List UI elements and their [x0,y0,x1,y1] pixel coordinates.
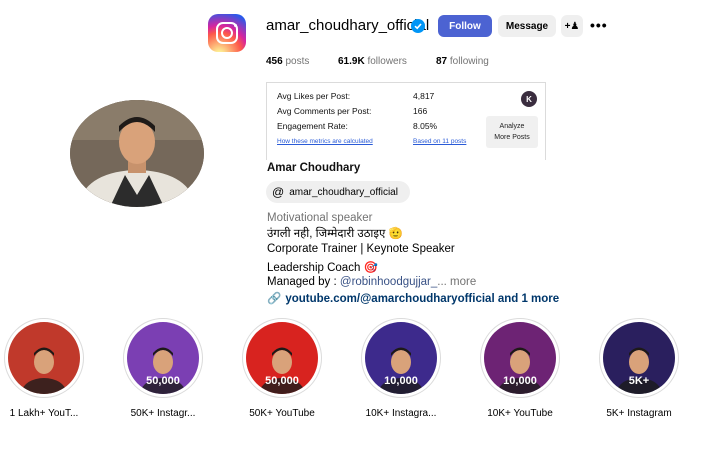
avg-likes-label: Avg Likes per Post: [277,91,351,101]
managed-by-mention[interactable]: @robinhoodgujjar_ [340,276,437,288]
highlight-ring: 50,000 [242,318,322,398]
posts-label: posts [285,56,310,67]
bio-line: उंगली नही, जिम्मेदारी उठाइए 🫡 [267,228,403,240]
highlight-item[interactable]: 50,000 50K+ Instagr... [123,318,203,419]
analyze-more-posts-button[interactable]: Analyze More Posts [486,116,538,148]
bio-line: Corporate Trainer | Keynote Speaker [267,243,455,255]
followers-count: 61.9K [338,56,365,67]
highlight-item[interactable]: 10,000 10K+ YouTube [480,318,560,419]
bio-more-link[interactable]: more [447,276,476,288]
verified-badge-icon [411,19,425,33]
profile-username: amar_choudhary_official [266,17,430,34]
avg-comments-value: 166 [413,106,428,116]
followers-stat[interactable]: 61.9K followers [338,56,407,67]
highlight-cover-badge: 10,000 [384,375,418,387]
posts-stat: 456 posts [266,56,309,67]
metrics-info-link[interactable]: How these metrics are calculated [277,138,373,145]
highlight-ring: 10,000 [480,318,560,398]
analyze-label: Analyze [499,123,525,130]
followers-label: followers [367,56,407,67]
highlight-label: 50K+ YouTube [249,408,315,419]
highlight-label: 50K+ Instagr... [130,408,196,419]
avg-likes-value: 4,817 [413,91,435,101]
highlight-cover: 5K+ [603,322,675,394]
profile-avatar[interactable] [70,100,204,207]
profile-full-name: Amar Choudhary [267,162,361,174]
profile-category: Motivational speaker [267,212,373,224]
highlight-cover: 10,000 [365,322,437,394]
following-stat[interactable]: 87 following [436,56,489,67]
external-link-text: youtube.com/@amarchoudharyofficial and 1… [285,293,560,305]
threads-handle: amar_choudhary_official [289,186,398,198]
instagram-logo-icon [208,14,246,52]
managed-by-label: Managed by : [267,276,340,288]
threads-icon: @ [272,185,285,199]
message-button[interactable]: Message [498,15,556,37]
threads-badge[interactable]: @ amar_choudhary_official [266,181,410,203]
highlight-label: 10K+ Instagra... [365,408,437,419]
highlight-ring: 50,000 [123,318,203,398]
highlight-cover [8,322,80,394]
highlight-ring: 5K+ [599,318,679,398]
engagement-label: Engagement Rate: [277,121,348,131]
highlight-cover-badge: 5K+ [629,375,650,387]
analytics-panel: Avg Likes per Post: 4,817 Avg Comments p… [266,82,546,160]
bio-managed-by: Managed by : @robinhoodgujjar_... more [267,276,476,288]
highlight-cover-badge: 50,000 [265,375,299,387]
more-posts-label: More Posts [494,134,530,141]
based-on-posts-link[interactable]: Based on 11 posts [413,138,466,145]
more-dots-icon[interactable]: ••• [590,17,608,33]
link-icon: 🔗 [267,293,282,305]
highlight-cover: 10,000 [484,322,556,394]
add-person-icon[interactable]: +♟ [561,15,583,37]
extension-logo-icon[interactable]: K [521,91,537,107]
highlight-cover-badge: 50,000 [146,375,180,387]
highlight-item[interactable]: 5K+ 5K+ Instagram [599,318,679,419]
highlight-label: 10K+ YouTube [487,408,553,419]
following-label: following [449,56,489,67]
follow-button[interactable]: Follow [438,15,492,37]
highlight-ring: 10,000 [361,318,441,398]
avg-comments-label: Avg Comments per Post: [277,106,372,116]
profile-external-link[interactable]: 🔗 youtube.com/@amarchoudharyofficial and … [267,291,559,305]
highlight-item[interactable]: 1 Lakh+ YouT... [4,318,84,419]
highlight-cover: 50,000 [246,322,318,394]
bio-line: Leadership Coach 🎯 [267,262,378,274]
posts-count: 456 [266,56,283,67]
following-count: 87 [436,56,448,67]
highlight-item[interactable]: 10,000 10K+ Instagra... [361,318,441,419]
engagement-value: 8.05% [413,121,438,131]
bio-ellipsis: ... [437,276,447,288]
highlight-label: 1 Lakh+ YouT... [9,408,79,419]
highlight-cover: 50,000 [127,322,199,394]
highlight-item[interactable]: 50,000 50K+ YouTube [242,318,322,419]
highlight-cover-badge: 10,000 [503,375,537,387]
highlight-ring [4,318,84,398]
highlight-label: 5K+ Instagram [606,408,672,419]
